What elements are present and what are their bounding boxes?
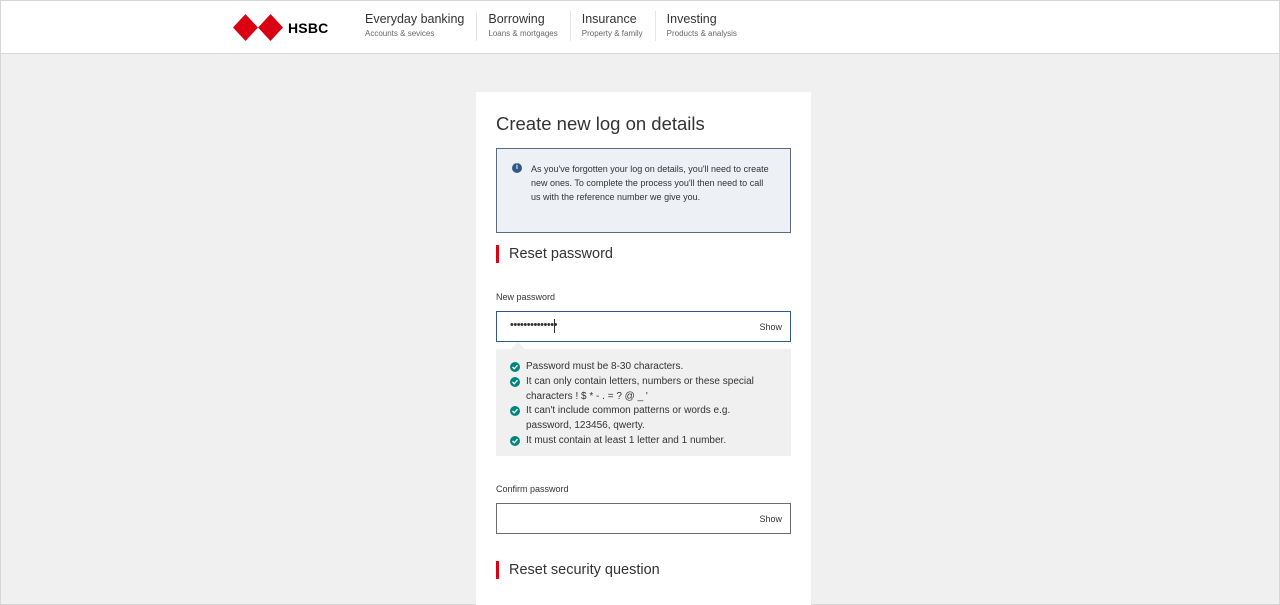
nav-investing[interactable]: Investing Products & analysis — [656, 11, 749, 41]
nav-subtitle: Accounts & sevices — [365, 29, 435, 38]
nav-subtitle: Loans & mortgages — [488, 29, 558, 38]
rule-text: It can't include common patterns or word… — [526, 405, 731, 432]
check-circle-icon — [510, 376, 520, 387]
confirm-password-field[interactable]: Show — [496, 503, 791, 534]
confirm-password-label: Confirm password — [496, 484, 569, 494]
log-on-form-card: Create new log on details i As you've fo… — [476, 92, 811, 605]
rule-text: It must contain at least 1 letter and 1 … — [526, 434, 727, 446]
hsbc-hexagon-icon — [233, 14, 283, 41]
info-notice: i As you've forgotten your log on detail… — [496, 148, 791, 233]
main-nav: Everyday banking Accounts & sevices Borr… — [354, 11, 749, 41]
nav-insurance[interactable]: Insurance Property & family — [571, 11, 656, 41]
nav-everyday-banking[interactable]: Everyday banking Accounts & sevices — [354, 11, 478, 41]
info-icon: i — [512, 163, 522, 173]
rule-text: Password must be 8-30 characters. — [526, 361, 684, 372]
show-new-password-button[interactable]: Show — [759, 322, 782, 332]
password-rule: It can't include common patterns or word… — [510, 404, 772, 434]
section-heading-reset-password: Reset password — [496, 245, 613, 263]
password-rule: It must contain at least 1 letter and 1 … — [510, 434, 772, 449]
new-password-field[interactable]: •••••••••••••• Show — [496, 311, 791, 342]
new-password-value: •••••••••••••• — [510, 319, 557, 331]
logo-text: HSBC — [288, 19, 329, 36]
check-circle-icon — [510, 435, 520, 446]
nav-title: Borrowing — [488, 12, 545, 26]
rule-text: It can only contain letters, numbers or … — [526, 375, 754, 402]
check-circle-icon — [510, 406, 520, 417]
section-heading-security-question: Reset security question — [496, 561, 660, 579]
check-circle-icon — [510, 362, 520, 372]
new-password-label: New password — [496, 292, 556, 302]
nav-title: Everyday banking — [365, 12, 465, 26]
text-caret — [554, 319, 555, 333]
info-text: As you've forgotten your log on details,… — [531, 164, 769, 203]
page-title: Create new log on details — [496, 113, 705, 134]
nav-subtitle: Products & analysis — [666, 29, 737, 38]
nav-borrowing[interactable]: Borrowing Loans & mortgages — [477, 11, 571, 41]
nav-subtitle: Property & family — [581, 29, 643, 38]
show-confirm-password-button[interactable]: Show — [759, 514, 782, 524]
password-rule: It can only contain letters, numbers or … — [510, 375, 772, 405]
password-rule: Password must be 8-30 characters. — [510, 360, 772, 375]
hsbc-logo[interactable]: HSBC — [233, 14, 328, 41]
nav-title: Investing — [666, 12, 717, 26]
password-rules: Password must be 8-30 characters. It can… — [496, 349, 791, 456]
nav-title: Insurance — [581, 12, 637, 26]
site-header: HSBC Everyday banking Accounts & sevices… — [1, 1, 1279, 54]
